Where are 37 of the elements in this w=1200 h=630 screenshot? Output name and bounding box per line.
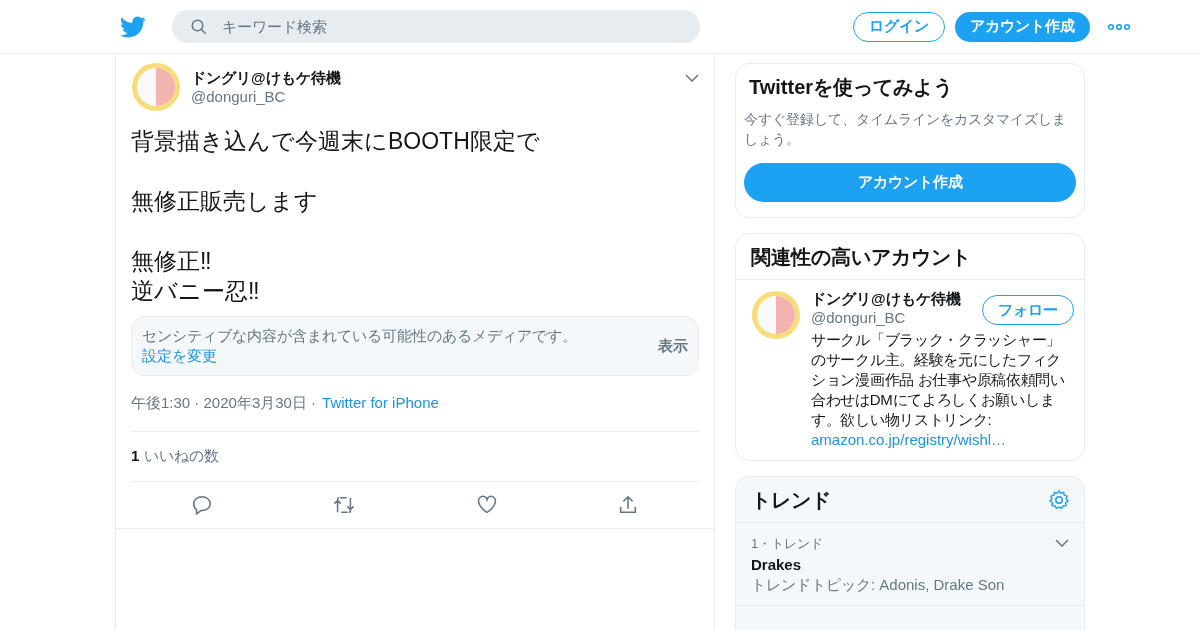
card-text: 今すぐ登録して、タイムラインをカスタマイズしましょう。 [744,110,1067,149]
settings-icon[interactable] [1048,488,1070,511]
notice-text: センシティブな内容が含まれている可能性のあるメディアです。 設定を変更 [142,326,578,366]
follow-button[interactable]: フォロー [982,295,1074,325]
user-name[interactable]: ドングリ@けもケ待機 [191,69,341,88]
user-name[interactable]: ドングリ@けもケ待機 [811,290,961,309]
card-title: トレンド [750,488,832,513]
tweet-text: 無修正販売します [131,187,319,216]
more-icon[interactable] [1108,22,1130,31]
source-link[interactable]: Twitter for iPhone [322,394,439,413]
user-handle[interactable]: @donguri_BC [191,88,341,105]
show-button[interactable]: 表示 [658,336,688,356]
reply-icon[interactable] [190,494,213,516]
search-icon [190,18,208,36]
search-field[interactable]: キーワード検索 [172,10,700,43]
tweet-text: 背景描き込んで今週末にBOOTH限定で [131,127,541,156]
trend-topic: トレンドトピック: Adonis, Drake Son [751,576,1005,595]
chevron-icon[interactable] [1055,539,1069,547]
user-handle[interactable]: @donguri_BC [811,309,961,326]
trend-rank: 1・トレンド [751,535,825,553]
settings-link[interactable]: 設定を変更 [142,347,217,364]
card-title: Twitterを使ってみよう [748,75,955,100]
wishlist-link[interactable]: amazon.co.jp/registry/wishl… [811,431,1007,448]
tweet-text: 無修正‼ 逆バニー忍‼ [131,247,261,306]
trend-item[interactable]: 1・トレンド Drakes トレンドトピック: Adonis, Drake Son [736,523,1084,606]
card-title: 関連性の高いアカウント [736,234,1084,280]
like-count[interactable]: 1 いいねの数 [131,447,219,464]
trend-name: Drakes [751,556,803,573]
signup-button[interactable]: アカウント作成 [955,11,1090,42]
chevron-icon[interactable] [685,74,699,82]
login-button[interactable]: ログイン [853,11,945,42]
user-bio: サークル「ブラック・クラッシャー」のサークル主。経験を元にしたフィクション漫画作品 お仕事や原稿依頼問い合わせはDMにてよろしくお願いします。欲しい物リストリンク: [811,330,1066,430]
heart-icon[interactable] [475,494,498,516]
timestamp: 午後1:30 · 2020年3月30日 · [131,394,317,413]
retweet-icon[interactable] [332,494,357,516]
signup-button[interactable]: アカウント作成 [744,163,1076,202]
avatar-icon [131,62,181,112]
